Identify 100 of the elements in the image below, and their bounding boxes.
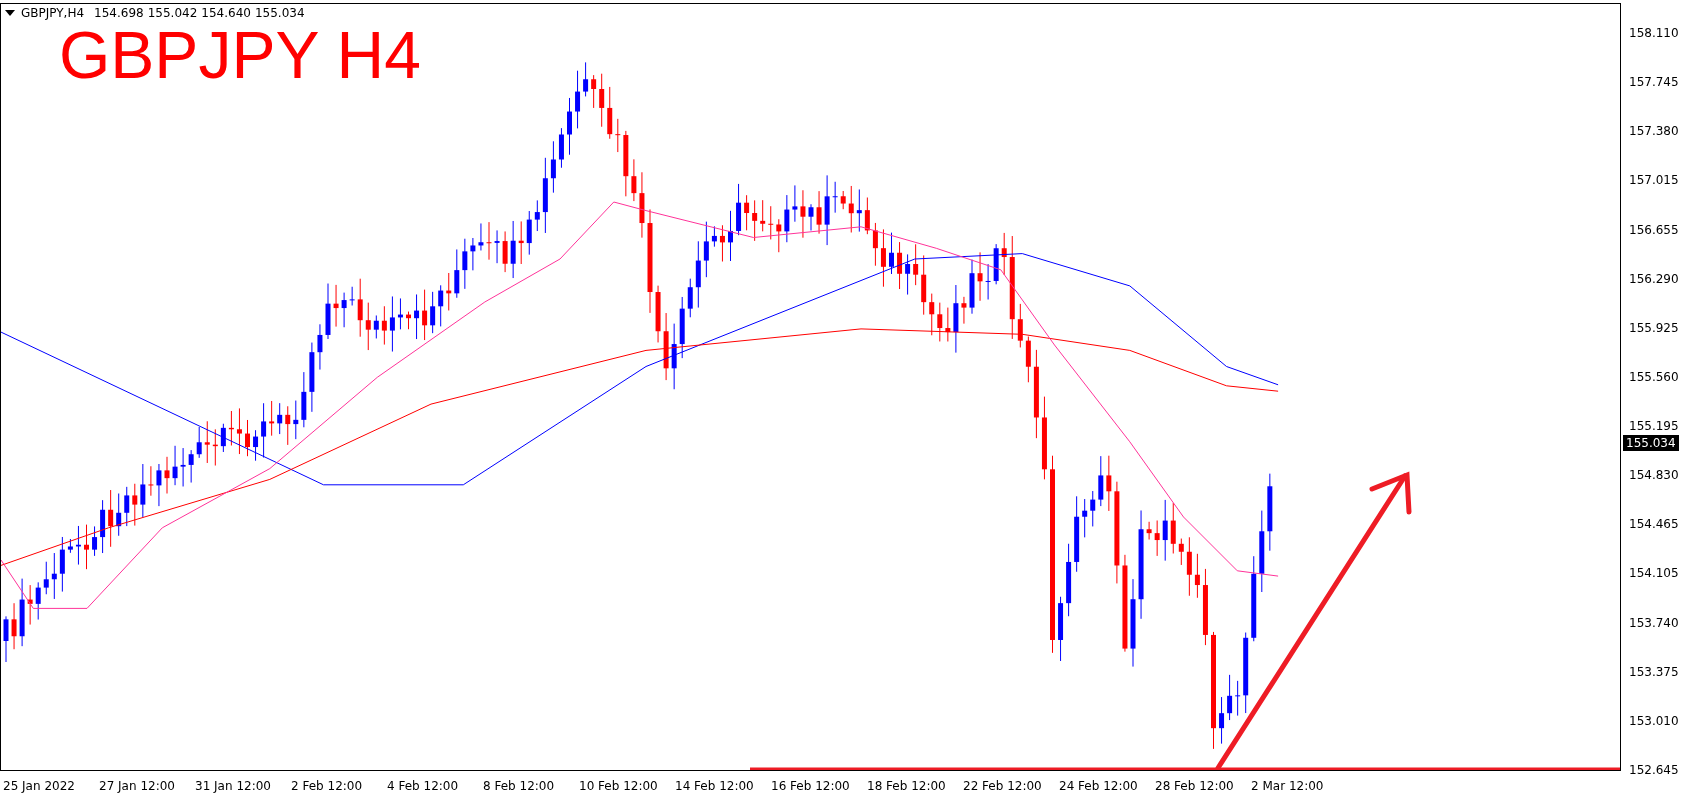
candle	[1154, 520, 1160, 557]
candle	[357, 278, 363, 338]
candle	[116, 493, 122, 537]
price-label: 156.655	[1628, 221, 1680, 238]
candle	[993, 243, 999, 285]
candle	[148, 465, 154, 497]
time-label: 16 Feb 12:00	[770, 779, 851, 795]
candle	[856, 188, 862, 233]
time-label: 4 Feb 12:00	[386, 779, 460, 795]
candle	[293, 400, 299, 440]
candle	[872, 222, 878, 267]
candle	[985, 263, 991, 300]
candle	[397, 297, 403, 330]
candle	[1058, 596, 1064, 662]
candle	[35, 581, 41, 621]
candle	[108, 489, 114, 548]
candle	[792, 184, 798, 223]
candle	[784, 194, 790, 243]
price-label: 153.375	[1628, 663, 1680, 680]
price-label: 152.645	[1628, 761, 1680, 778]
candle	[752, 199, 758, 242]
candle	[1186, 536, 1192, 597]
candle	[180, 447, 186, 487]
time-label: 2 Feb 12:00	[290, 779, 364, 795]
price-label: 154.105	[1628, 565, 1680, 582]
candle	[301, 371, 307, 428]
candle	[945, 307, 951, 342]
candle	[800, 189, 806, 239]
candle	[228, 410, 234, 446]
candle	[913, 243, 919, 286]
candle	[140, 463, 146, 518]
candle	[196, 426, 202, 459]
candle	[977, 251, 983, 302]
candle	[373, 315, 379, 339]
candle	[51, 552, 57, 600]
candle	[1194, 553, 1200, 599]
candle	[1098, 455, 1104, 507]
candle	[446, 272, 452, 311]
candle	[414, 293, 420, 340]
candle	[744, 194, 750, 231]
candle	[953, 284, 959, 354]
candle	[840, 190, 846, 210]
candle	[1170, 502, 1176, 554]
candle	[212, 428, 218, 466]
time-label: 8 Feb 12:00	[482, 779, 556, 795]
price-label: 154.830	[1628, 467, 1680, 484]
price-label: 155.195	[1628, 418, 1680, 434]
candle	[768, 205, 774, 240]
price-label: 157.380	[1628, 123, 1680, 140]
candle	[438, 284, 444, 327]
candle	[1235, 680, 1241, 717]
candle	[67, 538, 73, 554]
time-label: 31 Jan 12:00	[194, 779, 272, 795]
candle	[937, 302, 943, 342]
dropdown-icon[interactable]	[5, 10, 15, 16]
candle	[880, 228, 886, 288]
candle	[961, 296, 967, 325]
candle	[631, 158, 637, 202]
candle	[220, 423, 226, 453]
candle	[156, 463, 162, 507]
candle	[558, 127, 564, 169]
candle	[317, 323, 323, 371]
candle	[848, 185, 854, 233]
candle	[75, 525, 81, 566]
candle	[11, 602, 17, 650]
price-label: 156.290	[1628, 270, 1680, 287]
candle	[736, 183, 742, 236]
candle	[719, 224, 725, 262]
candle	[470, 237, 476, 271]
candle	[824, 174, 830, 246]
candle	[1017, 303, 1023, 348]
candle	[687, 278, 693, 318]
candle	[1082, 498, 1088, 538]
candle	[277, 402, 283, 435]
price-label: 155.925	[1628, 319, 1680, 336]
candle	[486, 221, 492, 261]
price-value: 155.042	[147, 6, 198, 20]
candle	[897, 241, 903, 290]
candle	[430, 291, 436, 334]
candle	[43, 561, 49, 595]
candle	[478, 222, 484, 251]
candle	[261, 402, 267, 459]
price-value: 154.698	[94, 6, 144, 20]
candle	[84, 524, 89, 570]
candle	[663, 312, 669, 381]
candle	[1090, 490, 1096, 527]
candle	[3, 615, 9, 663]
candle	[921, 254, 927, 316]
candle	[929, 293, 935, 336]
time-label: 22 Feb 12:00	[962, 779, 1043, 795]
time-label: 2 Mar 12:00	[1250, 779, 1325, 795]
time-label: 14 Feb 12:00	[674, 779, 755, 795]
candle	[695, 240, 701, 309]
candle	[518, 220, 524, 265]
candle	[422, 289, 428, 341]
candle	[832, 181, 838, 214]
candle	[591, 74, 597, 109]
candle	[349, 286, 355, 306]
candle	[567, 97, 572, 156]
candle	[728, 210, 733, 262]
